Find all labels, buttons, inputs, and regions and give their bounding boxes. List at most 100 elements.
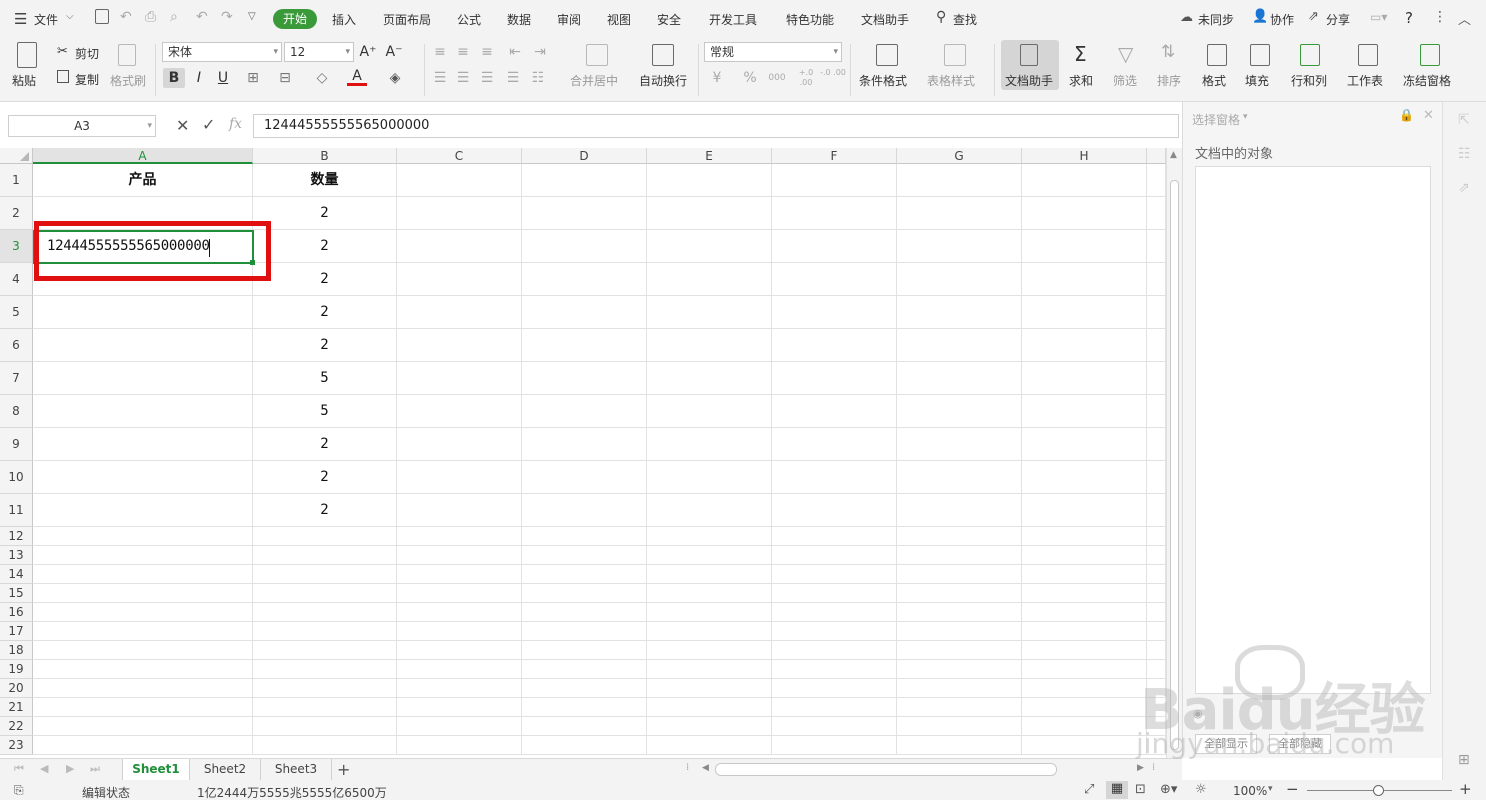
align-middle-icon[interactable]: ≡: [453, 42, 473, 62]
align-center-icon[interactable]: ☰: [453, 68, 473, 88]
cell-e2[interactable]: [647, 197, 772, 230]
cell-d19[interactable]: [522, 660, 647, 679]
cell-a11[interactable]: [33, 494, 253, 527]
cell-e23[interactable]: [647, 736, 772, 755]
cell-i2[interactable]: [1147, 197, 1166, 230]
row-header-13[interactable]: 13: [0, 546, 33, 565]
cell-d9[interactable]: [522, 428, 647, 461]
increase-font-icon[interactable]: A⁺: [358, 42, 378, 62]
cell-d18[interactable]: [522, 641, 647, 660]
cell-h19[interactable]: [1022, 660, 1147, 679]
decrease-font-icon[interactable]: A⁻: [384, 42, 404, 62]
row-header-6[interactable]: 6: [0, 329, 33, 362]
cell-h14[interactable]: [1022, 565, 1147, 584]
align-bottom-icon[interactable]: ≡: [477, 42, 497, 62]
cell-h22[interactable]: [1022, 717, 1147, 736]
cell-h5[interactable]: [1022, 296, 1147, 329]
cell-f10[interactable]: [772, 461, 897, 494]
cell-b6[interactable]: 2: [253, 329, 397, 362]
cell-h11[interactable]: [1022, 494, 1147, 527]
currency-icon[interactable]: ¥: [707, 68, 727, 88]
cell-e11[interactable]: [647, 494, 772, 527]
cell-d5[interactable]: [522, 296, 647, 329]
collapse-ribbon-icon[interactable]: ︿: [1458, 9, 1471, 28]
cell-f11[interactable]: [772, 494, 897, 527]
justify-icon[interactable]: ☰: [503, 68, 523, 88]
cell-f21[interactable]: [772, 698, 897, 717]
font-color-icon[interactable]: A: [347, 66, 367, 86]
cell-c8[interactable]: [397, 395, 522, 428]
cell-d4[interactable]: [522, 263, 647, 296]
align-top-icon[interactable]: ≡: [430, 42, 450, 62]
cell-g22[interactable]: [897, 717, 1022, 736]
cell-c5[interactable]: [397, 296, 522, 329]
cell-g14[interactable]: [897, 565, 1022, 584]
cell-d13[interactable]: [522, 546, 647, 565]
cell-d8[interactable]: [522, 395, 647, 428]
rows-cols-icon[interactable]: [1300, 44, 1320, 66]
cell-h3[interactable]: [1022, 230, 1147, 263]
share-icon[interactable]: ⇗: [1308, 9, 1319, 24]
cell-d7[interactable]: [522, 362, 647, 395]
cell-a16[interactable]: [33, 603, 253, 622]
row-header-11[interactable]: 11: [0, 494, 33, 527]
font-size-select[interactable]: 12 ▾: [284, 42, 354, 62]
cut-button[interactable]: 剪切: [75, 45, 99, 62]
cell-style-icon[interactable]: ⊟: [275, 68, 295, 88]
conditional-format-button[interactable]: 条件格式: [859, 72, 907, 89]
row-header-22[interactable]: 22: [0, 717, 33, 736]
tab-doc-assistant[interactable]: 文档助手: [861, 11, 909, 28]
cell-d14[interactable]: [522, 565, 647, 584]
save-icon[interactable]: [95, 9, 109, 24]
collab-label[interactable]: 协作: [1270, 11, 1294, 28]
cell-g1[interactable]: [897, 164, 1022, 197]
share-label[interactable]: 分享: [1326, 11, 1350, 28]
cell-d1[interactable]: [522, 164, 647, 197]
sheet-tab-1[interactable]: Sheet1: [122, 759, 190, 780]
horizontal-scroll-thumb[interactable]: [715, 763, 1057, 776]
cell-f19[interactable]: [772, 660, 897, 679]
search-label[interactable]: 查找: [953, 11, 977, 28]
cell-c21[interactable]: [397, 698, 522, 717]
cell-i19[interactable]: [1147, 660, 1166, 679]
cell-g16[interactable]: [897, 603, 1022, 622]
underline-button[interactable]: U: [213, 68, 233, 88]
cell-h10[interactable]: [1022, 461, 1147, 494]
cell-i9[interactable]: [1147, 428, 1166, 461]
cell-h9[interactable]: [1022, 428, 1147, 461]
sum-button[interactable]: 求和: [1069, 72, 1093, 89]
cell-f2[interactable]: [772, 197, 897, 230]
objects-list[interactable]: [1195, 166, 1431, 694]
column-header-b[interactable]: B: [253, 148, 397, 164]
filter-icon[interactable]: ▽: [1118, 42, 1133, 66]
cell-f1[interactable]: [772, 164, 897, 197]
cell-c22[interactable]: [397, 717, 522, 736]
show-all-button[interactable]: 全部显示: [1195, 734, 1257, 754]
cell-h2[interactable]: [1022, 197, 1147, 230]
name-box[interactable]: A3 ▾: [8, 115, 156, 137]
quick-access-dropdown-icon[interactable]: ▽: [248, 11, 256, 22]
skin-icon[interactable]: ▭▾: [1370, 10, 1387, 24]
cell-i7[interactable]: [1147, 362, 1166, 395]
cell-a17[interactable]: [33, 622, 253, 641]
column-header-g[interactable]: G: [897, 148, 1022, 164]
add-sheet-icon[interactable]: +: [337, 760, 350, 779]
cell-h20[interactable]: [1022, 679, 1147, 698]
cell-c9[interactable]: [397, 428, 522, 461]
cell-h12[interactable]: [1022, 527, 1147, 546]
clear-format-icon[interactable]: ◈: [385, 68, 405, 88]
row-header-23[interactable]: 23: [0, 736, 33, 755]
cell-f4[interactable]: [772, 263, 897, 296]
cell-e9[interactable]: [647, 428, 772, 461]
row-header-4[interactable]: 4: [0, 263, 33, 296]
table-style-icon[interactable]: [944, 44, 966, 66]
cell-i12[interactable]: [1147, 527, 1166, 546]
cell-b8[interactable]: 5: [253, 395, 397, 428]
cell-b7[interactable]: 5: [253, 362, 397, 395]
format-icon[interactable]: [1207, 44, 1227, 66]
redo-back-icon[interactable]: ↶: [120, 9, 132, 25]
row-header-5[interactable]: 5: [0, 296, 33, 329]
cell-c14[interactable]: [397, 565, 522, 584]
row-header-17[interactable]: 17: [0, 622, 33, 641]
cell-b2[interactable]: 2: [253, 197, 397, 230]
